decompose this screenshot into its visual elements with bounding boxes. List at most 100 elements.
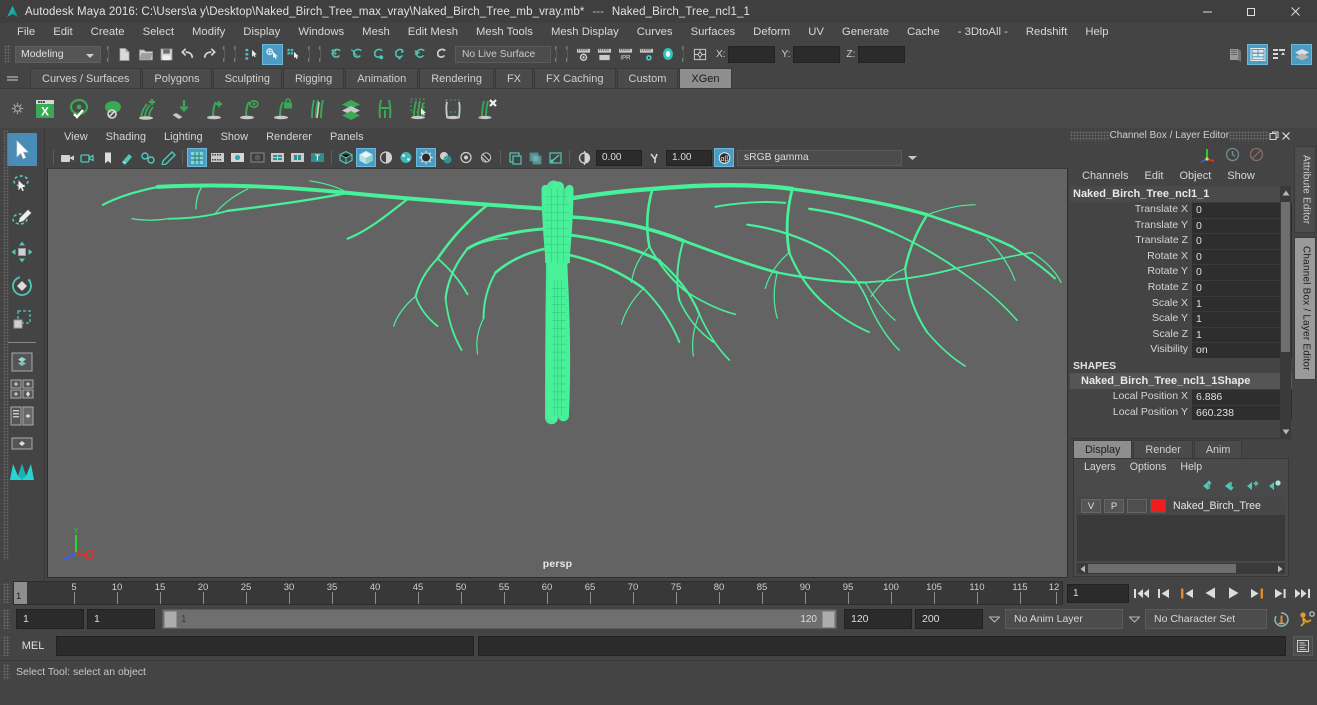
rotate-tool[interactable] — [7, 269, 37, 302]
isolate-select-icon[interactable] — [505, 148, 525, 167]
menu-modify[interactable]: Modify — [183, 23, 234, 42]
shadows-icon[interactable] — [436, 148, 456, 167]
xgen-editor-icon[interactable]: X — [30, 92, 60, 126]
toggle-tool-settings-icon[interactable] — [1247, 43, 1268, 65]
region-mask-icon[interactable] — [438, 92, 468, 126]
channel-row-local-position-y[interactable]: Local Position Y 660.238 — [1070, 404, 1292, 421]
channel-row-rotate-x[interactable]: Rotate X 0 — [1070, 248, 1292, 265]
play-forwards-icon[interactable] — [1223, 583, 1244, 603]
menu-redshift[interactable]: Redshift — [1017, 23, 1076, 42]
add-grooming-description-icon[interactable] — [200, 92, 230, 126]
select-guides-icon[interactable] — [404, 92, 434, 126]
hypershade-icon[interactable] — [657, 44, 678, 65]
menu-select[interactable]: Select — [134, 23, 183, 42]
smooth-shade-all-icon[interactable] — [356, 148, 376, 167]
menu-deform[interactable]: Deform — [744, 23, 799, 42]
toggle-sidebar-icon[interactable] — [1291, 43, 1312, 65]
layer-list-horizontal-scrollbar[interactable] — [1077, 563, 1285, 574]
layer-menu-layers[interactable]: Layers — [1077, 459, 1123, 476]
save-scene-icon[interactable] — [156, 44, 177, 65]
layer-type-toggle[interactable] — [1127, 499, 1147, 513]
command-line-grip[interactable] — [3, 636, 10, 656]
minimize-button[interactable] — [1185, 0, 1229, 23]
xray-icon[interactable] — [525, 148, 545, 167]
select-by-hierarchy-icon[interactable] — [241, 44, 262, 65]
coord-y-field[interactable] — [793, 45, 841, 63]
gamma-field[interactable]: 1.00 — [666, 149, 712, 166]
attr-value[interactable]: 0 — [1192, 279, 1292, 296]
toggle-channel-box-icon[interactable] — [1269, 44, 1290, 65]
status-line-grip[interactable] — [4, 45, 11, 63]
exposure-field[interactable]: 0.00 — [596, 149, 642, 166]
channel-box-attribute-list[interactable]: Naked_Birch_Tree_ncl1_1 Translate X 0 Tr… — [1070, 186, 1292, 438]
range-slider-grip[interactable] — [3, 609, 10, 629]
menu-surfaces[interactable]: Surfaces — [682, 23, 745, 42]
panel-undock-icon[interactable] — [1269, 129, 1281, 142]
attr-value[interactable]: 6.886 — [1192, 388, 1292, 405]
maximize-button[interactable] — [1229, 0, 1273, 23]
shelf-tab-polygons[interactable]: Polygons — [142, 68, 212, 88]
play-backwards-icon[interactable] — [1200, 583, 1221, 603]
go-to-start-icon[interactable] — [1131, 583, 1152, 603]
toolbox-grip[interactable] — [3, 130, 9, 560]
tab-anim[interactable]: Anim — [1193, 440, 1243, 458]
persp-graph-editor-layout[interactable] — [6, 430, 38, 456]
safe-title-icon[interactable]: T — [307, 148, 327, 167]
four-view-layout[interactable] — [6, 376, 38, 402]
snap-to-curve-icon[interactable] — [347, 44, 368, 65]
attr-value[interactable]: 0 — [1192, 202, 1292, 218]
channelbox-menu-edit[interactable]: Edit — [1136, 166, 1171, 186]
shelf-tab-xgen[interactable]: XGen — [679, 68, 732, 88]
scroll-left-arrow-icon[interactable] — [1077, 563, 1088, 574]
attr-value[interactable]: 1 — [1192, 295, 1292, 312]
menu-mesh-tools[interactable]: Mesh Tools — [467, 23, 542, 42]
gate-mask-icon[interactable] — [247, 148, 267, 167]
viewport-menu-show[interactable]: Show — [212, 128, 258, 147]
animation-preferences-icon[interactable] — [1295, 609, 1317, 630]
scale-tool[interactable] — [7, 303, 37, 336]
scroll-right-arrow-icon[interactable] — [1274, 563, 1285, 574]
add-guides-icon[interactable] — [132, 92, 162, 126]
layer-playback-toggle[interactable]: P — [1104, 499, 1124, 513]
shelf-tab-animation[interactable]: Animation — [345, 68, 419, 88]
step-forward-frame-icon[interactable] — [1246, 583, 1267, 603]
scrollbar-thumb[interactable] — [1281, 202, 1290, 352]
current-frame-field[interactable]: 1 — [1067, 583, 1129, 603]
sidebar-tab-channel-box[interactable]: Channel Box / Layer Editor — [1293, 237, 1316, 381]
move-layer-up-icon[interactable] — [1200, 478, 1216, 493]
script-editor-icon[interactable] — [1293, 636, 1313, 656]
scroll-down-arrow-icon[interactable] — [1280, 425, 1291, 438]
range-start-time-field[interactable]: 1 — [87, 609, 155, 629]
toggle-attribute-editor-icon[interactable] — [1225, 44, 1246, 65]
field-chart-icon[interactable] — [287, 148, 307, 167]
manipulator-icon[interactable] — [1198, 145, 1218, 165]
help-line-grip[interactable] — [3, 663, 10, 680]
time-slider-grip[interactable] — [3, 583, 10, 603]
persp-outliner-layout[interactable] — [6, 403, 38, 429]
select-by-component-type-icon[interactable] — [283, 44, 304, 65]
view-transform-icon[interactable]: αβ — [714, 148, 734, 167]
attr-value[interactable]: 1 — [1192, 326, 1292, 343]
attr-value[interactable]: 0 — [1192, 233, 1292, 249]
range-end-time-field[interactable]: 120 — [844, 609, 912, 629]
film-origin-icon[interactable] — [267, 148, 287, 167]
grease-pencil-icon[interactable] — [158, 148, 178, 167]
range-end-handle[interactable] — [822, 610, 835, 628]
layer-row[interactable]: V P Naked_Birch_Tree — [1077, 497, 1285, 515]
select-tool[interactable] — [7, 133, 37, 166]
clock-icon[interactable] — [1222, 145, 1242, 165]
auto-keyframe-icon[interactable] — [1270, 609, 1292, 630]
step-back-keyframe-icon[interactable] — [1154, 583, 1175, 603]
select-by-object-type-icon[interactable] — [262, 43, 283, 65]
animation-end-time-field[interactable]: 200 — [915, 609, 983, 629]
snap-to-view-plane-icon[interactable] — [410, 44, 431, 65]
menu-windows[interactable]: Windows — [289, 23, 353, 42]
step-back-frame-icon[interactable] — [1177, 583, 1198, 603]
viewport-menu-lighting[interactable]: Lighting — [155, 128, 212, 147]
go-to-end-icon[interactable] — [1292, 583, 1313, 603]
gamma-icon[interactable] — [644, 148, 664, 167]
coord-x-field[interactable] — [728, 45, 776, 63]
command-language-label[interactable]: MEL — [14, 640, 52, 652]
layer-list[interactable]: V P Naked_Birch_Tree — [1077, 497, 1285, 561]
use-all-lights-icon[interactable] — [416, 148, 436, 167]
